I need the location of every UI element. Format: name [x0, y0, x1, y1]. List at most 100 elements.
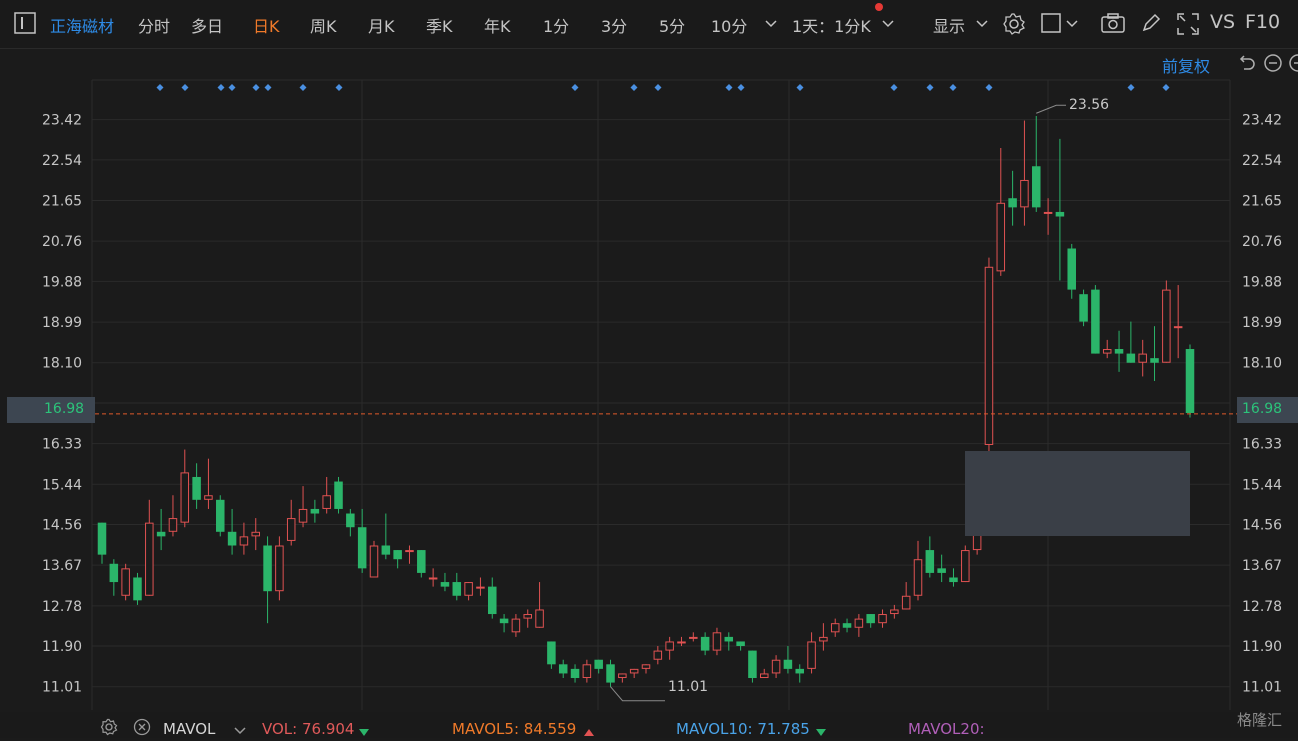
candle-body[interactable]	[795, 668, 804, 674]
candle-body[interactable]	[677, 641, 686, 644]
close-icon[interactable]	[133, 718, 151, 740]
candle-body[interactable]	[156, 531, 166, 537]
candle-body[interactable]	[1055, 211, 1065, 217]
candle-body[interactable]	[535, 609, 544, 628]
candle-body[interactable]	[653, 650, 663, 660]
candle-body[interactable]	[121, 568, 130, 596]
candle-body[interactable]	[854, 618, 864, 628]
candle-body[interactable]	[322, 495, 331, 509]
candle-body[interactable]	[842, 623, 852, 628]
candle-body[interactable]	[582, 664, 592, 679]
candle-body[interactable]	[984, 266, 994, 445]
candle-body[interactable]	[689, 636, 698, 639]
tab-5min[interactable]: 5分	[659, 13, 685, 37]
candle-body[interactable]	[925, 550, 935, 573]
event-marker[interactable]	[949, 84, 957, 91]
candle-body[interactable]	[216, 499, 225, 532]
candle-body[interactable]	[1114, 349, 1124, 354]
candle-body[interactable]	[996, 202, 1006, 272]
candle-body[interactable]	[251, 531, 260, 537]
candle-body[interactable]	[488, 586, 497, 615]
fullscreen-icon[interactable]	[1176, 12, 1200, 40]
candle-body[interactable]	[133, 577, 142, 601]
tab-jik[interactable]: 季K	[426, 13, 453, 37]
candle-body[interactable]	[878, 614, 887, 624]
event-marker[interactable]	[630, 84, 638, 91]
event-marker[interactable]	[335, 84, 343, 91]
candle-body[interactable]	[937, 568, 946, 573]
candle-body[interactable]	[606, 664, 615, 683]
candle-body[interactable]	[949, 577, 958, 583]
indicator-name[interactable]: MAVOL	[163, 720, 215, 738]
candle-body[interactable]	[1043, 211, 1053, 214]
candle-body[interactable]	[771, 659, 781, 674]
candle-body[interactable]	[298, 508, 308, 523]
candle-body[interactable]	[1173, 326, 1183, 329]
tab-zhouk[interactable]: 周K	[310, 13, 337, 37]
zoom-in-icon[interactable]	[1288, 53, 1298, 77]
candle-body[interactable]	[192, 476, 201, 500]
tab-rik[interactable]: 日K	[253, 13, 280, 37]
candle-body[interactable]	[1008, 198, 1017, 208]
square-icon[interactable]	[1040, 12, 1062, 38]
gear-icon[interactable]	[100, 718, 118, 740]
tab-10min[interactable]: 10分	[711, 13, 747, 37]
candle-body[interactable]	[748, 650, 757, 679]
candle-body[interactable]	[807, 641, 816, 669]
candle-body[interactable]	[334, 481, 343, 509]
candle-body[interactable]	[1032, 166, 1041, 208]
candle-body[interactable]	[913, 559, 923, 596]
event-marker[interactable]	[264, 84, 272, 91]
event-marker[interactable]	[654, 84, 662, 91]
candle-body[interactable]	[109, 563, 119, 583]
tab-duori[interactable]: 多日	[191, 13, 223, 37]
candle-body[interactable]	[464, 582, 473, 596]
event-marker[interactable]	[796, 84, 804, 91]
candle-body[interactable]	[1185, 349, 1195, 413]
candle-body[interactable]	[204, 495, 213, 500]
gear-icon[interactable]	[1002, 12, 1026, 40]
candle-body[interactable]	[700, 636, 710, 651]
display-menu[interactable]: 显示	[933, 13, 965, 37]
candle-body[interactable]	[558, 664, 568, 674]
candle-body[interactable]	[866, 614, 875, 624]
candle-body[interactable]	[618, 673, 627, 679]
candle-body[interactable]	[239, 536, 249, 546]
adjust-mode[interactable]: 前复权	[1162, 53, 1210, 77]
event-marker[interactable]	[252, 84, 260, 91]
tab-1min[interactable]: 1分	[543, 13, 569, 37]
candle-body[interactable]	[724, 636, 734, 642]
vs-button[interactable]: VS	[1210, 11, 1235, 33]
candle-body[interactable]	[1126, 353, 1136, 363]
event-marker[interactable]	[571, 84, 579, 91]
candle-body[interactable]	[629, 668, 639, 674]
f10-button[interactable]: F10	[1245, 11, 1280, 33]
candle-body[interactable]	[901, 595, 911, 610]
chevron-down-icon[interactable]	[882, 17, 894, 33]
candle-body[interactable]	[417, 550, 426, 573]
event-marker[interactable]	[156, 84, 164, 91]
camera-icon[interactable]	[1100, 12, 1126, 38]
event-marker[interactable]	[299, 84, 307, 91]
pencil-icon[interactable]	[1140, 12, 1162, 38]
event-marker[interactable]	[985, 84, 993, 91]
range-select[interactable]: 1天：1分K	[792, 13, 871, 37]
candle-body[interactable]	[1102, 349, 1112, 354]
candle-body[interactable]	[263, 545, 272, 592]
candle-body[interactable]	[819, 636, 828, 642]
event-marker[interactable]	[890, 84, 898, 91]
event-marker[interactable]	[228, 84, 236, 91]
chevron-down-icon[interactable]	[765, 17, 777, 33]
candle-body[interactable]	[1020, 179, 1029, 208]
event-marker[interactable]	[1127, 84, 1135, 91]
event-marker[interactable]	[926, 84, 934, 91]
tab-fenshi[interactable]: 分时	[138, 13, 170, 37]
candle-body[interactable]	[499, 618, 509, 624]
candle-body[interactable]	[641, 664, 651, 669]
zoom-out-icon[interactable]	[1263, 53, 1283, 77]
tab-yuek[interactable]: 月K	[368, 13, 395, 37]
candle-body[interactable]	[381, 545, 391, 555]
candle-body[interactable]	[547, 641, 556, 665]
candle-body[interactable]	[570, 668, 580, 679]
candle-body[interactable]	[961, 550, 970, 583]
